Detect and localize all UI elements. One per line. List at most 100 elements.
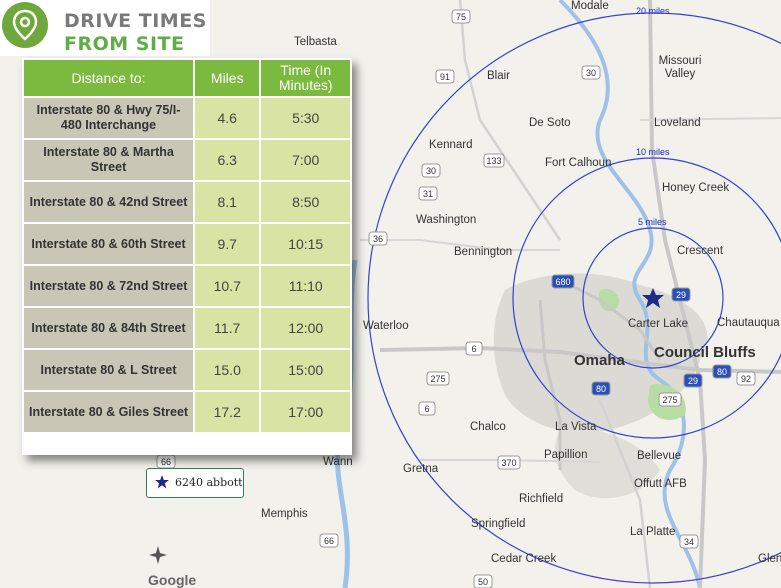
place-label: Fort Calhoun [545, 157, 612, 169]
place-label: Bennington [454, 246, 513, 258]
route-shield: 66 [156, 454, 176, 469]
map-legend[interactable]: 6240 abbott [146, 468, 244, 498]
place-label: Richfield [519, 493, 564, 505]
time-cell: 5:30 [261, 98, 350, 138]
column-header-miles: Miles [195, 60, 260, 96]
miles-cell: 9.7 [195, 224, 260, 264]
drive-times-table: Distance to: Miles Time (In Minutes) Int… [22, 58, 352, 455]
svg-text:30: 30 [586, 68, 596, 78]
ring-label-20: 20 miles [636, 6, 670, 16]
place-label: Memphis [261, 508, 308, 520]
place-label: Kennard [429, 139, 473, 151]
place-label: Washington [416, 214, 477, 226]
destination-cell: Interstate 80 & 72nd Street [24, 266, 194, 306]
route-shield: 275 [426, 371, 450, 386]
place-label: Glen [758, 553, 781, 565]
star-icon [155, 475, 169, 489]
route-shield: 31 [418, 186, 438, 201]
title-line-1: DRIVE TIMES [64, 10, 207, 32]
place-label: La Vista [555, 421, 597, 433]
ring-label-10: 10 miles [636, 147, 670, 157]
route-shield: 30 [581, 65, 601, 80]
place-label: Chautauqua [717, 317, 780, 329]
place-label: Gretna [403, 463, 439, 475]
place-label: Missouri Valley [658, 55, 702, 80]
legend-label: 6240 abbott [175, 476, 243, 489]
table-row: Interstate 80 & 60th Street 9.7 10:15 [24, 224, 350, 264]
svg-text:29: 29 [676, 290, 686, 300]
place-label: Wann [323, 456, 353, 468]
table-row: Interstate 80 & 72nd Street 10.7 11:10 [24, 266, 350, 306]
table-header-row: Distance to: Miles Time (In Minutes) [24, 60, 350, 96]
route-shield: 6 [418, 401, 436, 416]
place-label: Waterloo [363, 320, 409, 332]
ring-label-5: 5 miles [638, 217, 667, 227]
svg-text:80: 80 [596, 384, 606, 394]
route-shield: 6 [465, 341, 483, 356]
destination-cell: Interstate 80 & 60th Street [24, 224, 194, 264]
svg-text:75: 75 [456, 12, 466, 22]
place-label: Chalco [470, 421, 506, 433]
time-cell: 8:50 [261, 182, 350, 222]
place-label: La Platte [630, 526, 676, 538]
time-cell: 17:00 [261, 392, 350, 432]
table-row: Interstate 80 & Hwy 75/I-480 Interchange… [24, 98, 350, 138]
svg-text:30: 30 [426, 166, 436, 176]
svg-text:31: 31 [423, 189, 433, 199]
miles-cell: 15.0 [195, 350, 260, 390]
time-cell: 12:00 [261, 308, 350, 348]
route-shield: 66 [319, 533, 339, 548]
route-shield: 370 [497, 455, 521, 470]
place-label: Springfield [471, 518, 526, 530]
route-shield: 29 [683, 373, 703, 388]
miles-cell: 6.3 [195, 140, 260, 180]
place-label: Crescent [677, 245, 724, 257]
logo-block: DRIVE TIMES FROM SITE [0, 0, 210, 56]
destination-cell: Interstate 80 & Hwy 75/I-480 Interchange [24, 98, 194, 138]
place-label: Carter Lake [628, 318, 689, 330]
svg-text:34: 34 [684, 537, 694, 547]
svg-text:6: 6 [471, 344, 476, 354]
svg-text:36: 36 [373, 234, 383, 244]
table-row: Interstate 80 & Martha Street 6.3 7:00 [24, 140, 350, 180]
place-label-city: Council Bluffs [654, 344, 756, 361]
place-label: Cedar Creek [491, 553, 557, 565]
time-cell: 15:00 [261, 350, 350, 390]
place-label: Blair [487, 70, 511, 82]
svg-text:275: 275 [662, 395, 677, 405]
miles-cell: 17.2 [195, 392, 260, 432]
time-cell: 10:15 [261, 224, 350, 264]
column-header-destination: Distance to: [24, 60, 194, 96]
place-label-city: Omaha [574, 352, 625, 369]
google-attribution: Google [148, 572, 197, 588]
miles-cell: 8.1 [195, 182, 260, 222]
route-shield: 80 [591, 381, 611, 396]
destination-cell: Interstate 80 & L Street [24, 350, 194, 390]
route-shield: 75 [451, 9, 471, 24]
route-shield: 29 [671, 287, 691, 302]
miles-cell: 10.7 [195, 266, 260, 306]
destination-cell: Interstate 80 & 84th Street [24, 308, 194, 348]
place-label: De Soto [529, 117, 571, 129]
place-label: Offutt AFB [634, 478, 687, 490]
route-shield: 91 [435, 69, 455, 84]
route-shield: 34 [679, 534, 699, 549]
logo-circle [2, 2, 48, 48]
route-shield: 92 [736, 371, 756, 386]
svg-text:91: 91 [440, 72, 450, 82]
svg-text:66: 66 [324, 536, 334, 546]
route-shield: 30 [421, 163, 441, 178]
svg-text:92: 92 [741, 374, 751, 384]
time-cell: 11:10 [261, 266, 350, 306]
svg-text:370: 370 [501, 458, 516, 468]
miles-cell: 11.7 [195, 308, 260, 348]
destination-cell: Interstate 80 & Martha Street [24, 140, 194, 180]
time-cell: 7:00 [261, 140, 350, 180]
route-shield: 50 [473, 574, 493, 588]
title-line-2: FROM SITE [64, 33, 185, 55]
route-shield: 36 [368, 231, 388, 246]
miles-cell: 4.6 [195, 98, 260, 138]
map-pin-icon [12, 9, 38, 41]
svg-text:80: 80 [717, 367, 727, 377]
place-label: Telbasta [294, 36, 337, 48]
